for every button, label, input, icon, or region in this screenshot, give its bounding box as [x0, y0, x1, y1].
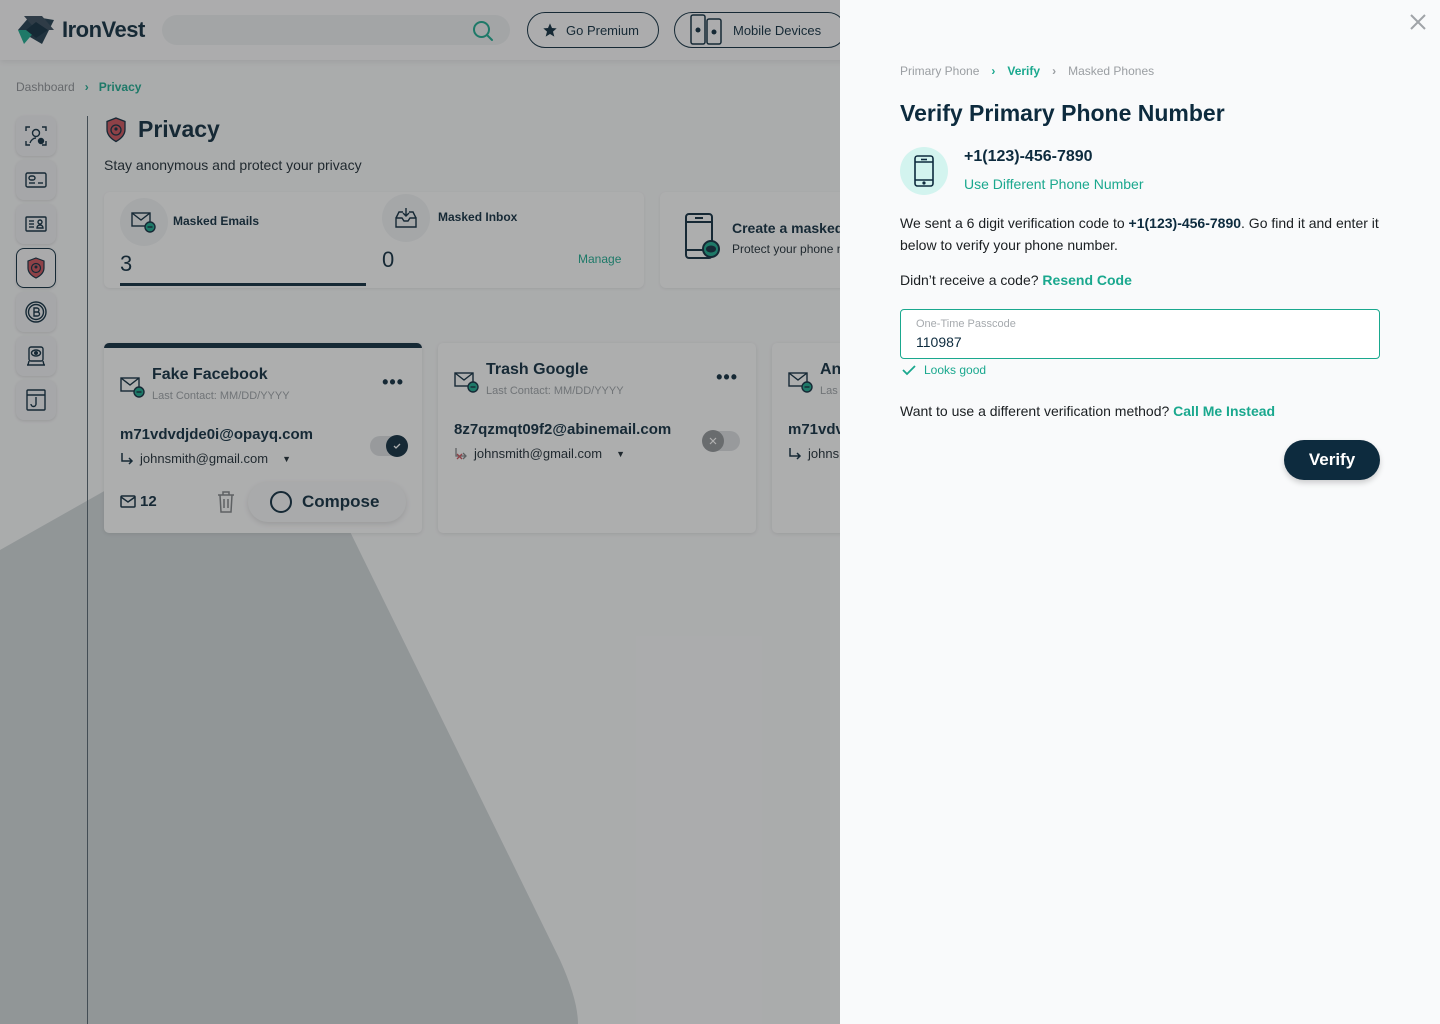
otp-input[interactable]	[916, 334, 1356, 350]
phone-number: +1(123)-456-7890	[964, 148, 1093, 165]
modal-backdrop[interactable]	[0, 0, 840, 1024]
step-verify[interactable]: Verify	[1007, 64, 1040, 78]
resend-code-link[interactable]: Resend Code	[1042, 272, 1131, 288]
panel-title: Verify Primary Phone Number	[900, 100, 1225, 126]
smartphone-icon	[914, 155, 934, 187]
validation-message: Looks good	[902, 363, 986, 377]
use-different-number-link[interactable]: Use Different Phone Number	[964, 176, 1144, 192]
verification-message: We sent a 6 digit verification code to +…	[900, 212, 1380, 256]
resend-prompt: Didn’t receive a code?	[900, 272, 1043, 288]
close-icon	[1410, 14, 1426, 30]
resend-row: Didn’t receive a code? Resend Code	[900, 272, 1132, 288]
alternate-method-row: Want to use a different verification met…	[900, 403, 1275, 419]
otp-field[interactable]: One-Time Passcode	[900, 309, 1380, 359]
message-text: We sent a 6 digit verification code to	[900, 215, 1129, 231]
panel-breadcrumb: Primary Phone › Verify › Masked Phones	[900, 64, 1154, 78]
chevron-right-icon: ›	[991, 64, 996, 78]
call-me-instead-link[interactable]: Call Me Instead	[1173, 403, 1275, 419]
step-primary-phone[interactable]: Primary Phone	[900, 64, 979, 78]
message-phone: +1(123)-456-7890	[1128, 215, 1242, 231]
chevron-right-icon: ›	[1052, 64, 1057, 78]
check-icon	[902, 365, 916, 376]
verify-button[interactable]: Verify	[1284, 440, 1380, 480]
phone-icon-circle	[900, 147, 948, 195]
otp-label: One-Time Passcode	[916, 318, 1016, 330]
close-panel-button[interactable]	[1406, 10, 1430, 34]
alt-method-prompt: Want to use a different verification met…	[900, 403, 1174, 419]
step-masked-phones[interactable]: Masked Phones	[1068, 64, 1154, 78]
validation-text: Looks good	[924, 363, 987, 377]
